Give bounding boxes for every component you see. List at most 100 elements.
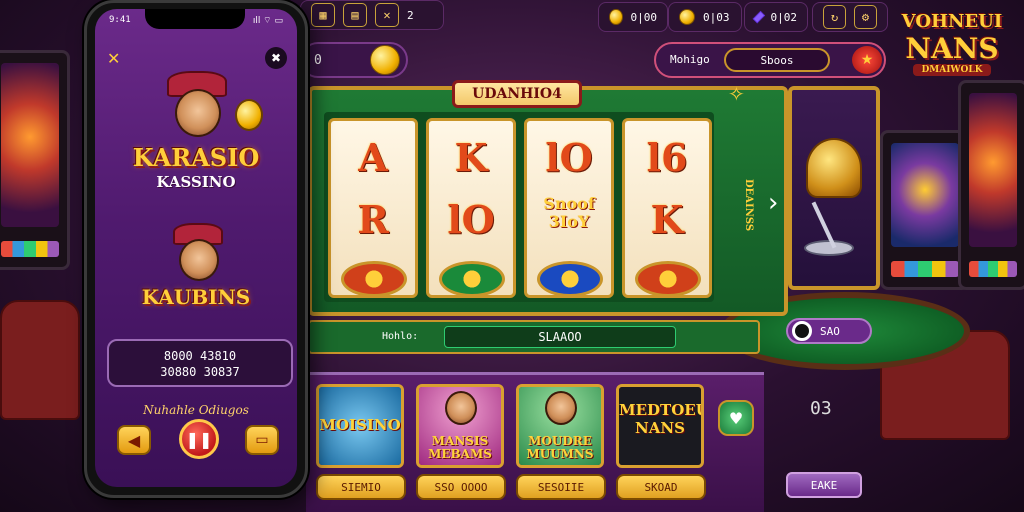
background-keys <box>891 261 959 277</box>
coin-icon <box>679 9 695 25</box>
chip-icon <box>537 261 603 297</box>
character-avatar <box>545 391 577 425</box>
chip-icon <box>792 321 812 341</box>
chip-icon <box>635 261 701 297</box>
reel-symbol: K <box>454 135 488 180</box>
tools-icon[interactable]: ✕ <box>375 3 399 27</box>
settings-icon[interactable]: ⚙ <box>854 5 877 29</box>
machine-title: UDANHIO4 <box>452 80 582 108</box>
slot-machine: UDANHIO4 ✧ A R K lO lO Snoof 3IoY l6 K D… <box>308 80 788 316</box>
game-card-title: MOISINO <box>319 416 401 434</box>
coin-icon <box>609 9 623 25</box>
reel-symbol: A <box>358 135 388 180</box>
menu-button[interactable]: ▭ <box>245 425 279 455</box>
balance-box: 8000 43810 30880 30837 <box>107 339 293 387</box>
phone-subtitle: Nuhahle Odiugos <box>143 403 249 417</box>
phone-notch <box>145 9 245 29</box>
coin-balance-a-value: 0|00 <box>630 10 658 24</box>
back-button[interactable]: ◀ <box>117 425 151 455</box>
brand-logo-right: VOHNEUI NANS DMAIWOLK <box>893 10 1011 76</box>
round-counter: 03 <box>810 398 832 419</box>
reel-symbol: lO <box>545 135 593 180</box>
pause-button[interactable]: ❚❚ <box>179 419 219 459</box>
reel-symbol: lO <box>447 197 495 242</box>
star-button[interactable]: ★ <box>852 46 882 74</box>
balance-line-2: 30880 30837 <box>160 365 240 379</box>
reel-3: lO Snoof 3IoY <box>524 118 614 298</box>
clipboard-icon[interactable]: ▤ <box>343 3 367 27</box>
game-card-title: MANSIS MEBAMS <box>428 434 492 461</box>
trophy-icon <box>806 138 862 198</box>
reel-symbol: K <box>650 197 684 242</box>
next-arrow-icon[interactable]: › <box>768 188 778 218</box>
game-card-2[interactable]: MANSIS MEBAMS <box>416 384 504 468</box>
info-bar: Hohlo: SLAAOO <box>308 320 760 354</box>
phone-device: 9:41 ıll ⌔ ▭ ✕ ✖ KARASIO KASSINO KAUBINS… <box>84 0 308 498</box>
chip-icon <box>341 261 407 297</box>
character-avatar <box>445 391 477 425</box>
phone-logo-top: KARASIO <box>132 143 260 172</box>
coin-icon <box>235 99 263 131</box>
game-card-4[interactable]: MEDTOEU NANS <box>616 384 704 468</box>
coin-balance-a: 0|00 <box>598 2 668 32</box>
reel-2: K lO <box>426 118 516 298</box>
chip-toggle-label: SAO <box>820 324 840 338</box>
game-card-3-button[interactable]: SESOIIE <box>516 474 606 500</box>
spin-value-field[interactable]: Sboos <box>724 48 830 72</box>
reel-panel: A R K lO lO Snoof 3IoY l6 K <box>324 112 714 302</box>
brand-logo-line1: VOHNEUI <box>901 11 1003 32</box>
chip-icon <box>439 261 505 297</box>
background-screen <box>891 143 959 247</box>
coin-balance-b-value: 0|03 <box>703 10 730 24</box>
close-icon[interactable]: ✕ <box>107 49 120 68</box>
spin-label: Mohigo <box>670 53 710 66</box>
phone-logo-sub: KASSINO <box>156 173 236 191</box>
game-card-2-button[interactable]: SSO OOOO <box>416 474 506 500</box>
hud-status-bar: ▦ ▤ ✕ 2 <box>300 0 444 30</box>
game-card-4-button[interactable]: SKOAD <box>616 474 706 500</box>
brand-logo-sub: DMAIWOLK <box>913 64 991 76</box>
brand-logo-line2: NANS <box>905 32 999 65</box>
reel-4: l6 K <box>622 118 712 298</box>
game-card-title: MOUDRE MUUMNS <box>526 434 594 461</box>
tools-icon[interactable]: ✖ <box>265 47 287 69</box>
background-slot-machine-right-1 <box>880 130 970 290</box>
background-chair-left <box>0 300 80 420</box>
coin-icon <box>370 45 400 75</box>
mascot-face <box>179 239 219 281</box>
grid-icon[interactable]: ▦ <box>311 3 335 27</box>
phone-logo-bottom: KAUBINS <box>141 285 251 309</box>
chip-toggle[interactable]: SAO <box>786 318 872 344</box>
balance-line-1: 8000 43810 <box>163 349 237 363</box>
refresh-icon[interactable]: ↻ <box>823 5 846 29</box>
game-card-3[interactable]: MOUDRE MUUMNS <box>516 384 604 468</box>
background-keys <box>1 241 59 257</box>
mascot-face <box>175 89 221 137</box>
hud-small-count: 2 <box>407 8 414 22</box>
gem-balance: 0|02 <box>744 2 808 32</box>
save-button[interactable]: EAKE <box>786 472 862 498</box>
spin-pill: Mohigo Sboos ★ <box>654 42 886 78</box>
machine-side-label: DEAINSS <box>743 178 754 232</box>
background-slot-machine-right-2 <box>958 80 1024 290</box>
favorite-button[interactable]: ♥ <box>718 400 754 436</box>
game-card-title: MEDTOEU NANS <box>619 401 704 437</box>
phone-status-time: 9:41 <box>109 15 131 25</box>
info-bar-label: Hohlo: <box>382 331 419 342</box>
game-card-1-button[interactable]: SIEMIO <box>316 474 406 500</box>
hud-actions: ↻ ⚙ <box>812 2 888 32</box>
promo-value: 0 <box>314 52 322 68</box>
gem-balance-value: 0|02 <box>770 10 798 24</box>
coin-balance-b: 0|03 <box>668 2 742 32</box>
promo-pill[interactable]: 0 <box>300 42 408 78</box>
phone-screen: 9:41 ıll ⌔ ▭ ✕ ✖ KARASIO KASSINO KAUBINS… <box>95 9 297 487</box>
gem-icon <box>752 10 765 24</box>
reel-symbol: R <box>357 197 389 242</box>
background-keys <box>969 261 1017 277</box>
background-screen <box>1 63 59 227</box>
info-bar-field[interactable]: SLAAOO <box>444 326 676 348</box>
background-slot-machine-left <box>0 50 70 270</box>
game-card-1[interactable]: MOISINO <box>316 384 404 468</box>
lever-panel <box>788 86 880 290</box>
ribbon-icon: ✧ <box>728 82 745 106</box>
